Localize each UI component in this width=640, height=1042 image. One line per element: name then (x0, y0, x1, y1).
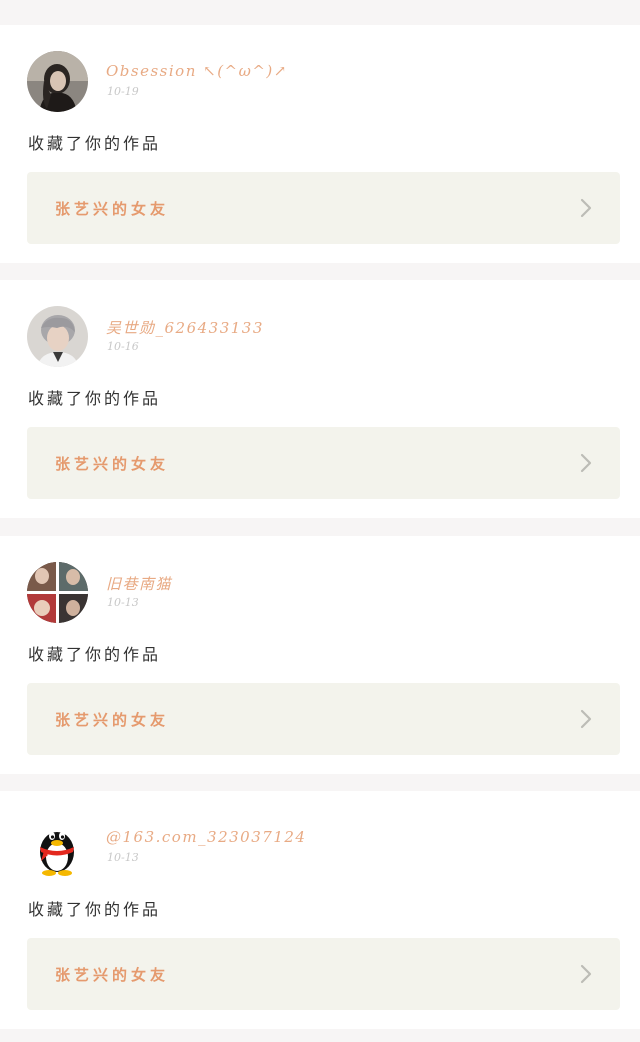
username[interactable]: 旧巷南猫 (106, 573, 172, 594)
chevron-right-icon (580, 964, 592, 984)
work-link-card[interactable]: 张艺兴的女友 (27, 938, 620, 1010)
timestamp: 10-19 (107, 85, 139, 98)
chevron-right-icon (580, 198, 592, 218)
action-text: 收藏了你的作品 (28, 645, 162, 664)
chevron-right-icon (580, 453, 592, 473)
action-text: 收藏了你的作品 (28, 900, 162, 919)
notification-card: Obsession ↖(^ω^)↗ 10-19 收藏了你的作品 张艺兴的女友 (0, 25, 640, 263)
username[interactable]: 吴世勋_626433133 (106, 317, 264, 338)
timestamp: 10-13 (107, 596, 139, 609)
work-link-card[interactable]: 张艺兴的女友 (27, 172, 620, 244)
timestamp: 10-16 (107, 340, 139, 353)
notification-card: @163.com_323037124 10-13 收藏了你的作品 张艺兴的女友 (0, 791, 640, 1029)
work-title: 张艺兴的女友 (55, 966, 170, 984)
work-title: 张艺兴的女友 (55, 455, 170, 473)
username[interactable]: Obsession ↖(^ω^)↗ (106, 62, 288, 80)
action-text: 收藏了你的作品 (28, 134, 162, 153)
work-title: 张艺兴的女友 (55, 711, 170, 729)
work-link-card[interactable]: 张艺兴的女友 (27, 683, 620, 755)
avatar[interactable] (27, 562, 88, 623)
avatar[interactable] (27, 306, 88, 367)
action-text: 收藏了你的作品 (28, 389, 162, 408)
work-title: 张艺兴的女友 (55, 200, 170, 218)
notification-card: 旧巷南猫 10-13 收藏了你的作品 张艺兴的女友 (0, 536, 640, 774)
work-link-card[interactable]: 张艺兴的女友 (27, 427, 620, 499)
chevron-right-icon (580, 709, 592, 729)
avatar[interactable] (27, 51, 88, 112)
qq-penguin-icon[interactable] (27, 817, 88, 878)
notification-feed: Obsession ↖(^ω^)↗ 10-19 收藏了你的作品 张艺兴的女友 吴… (0, 0, 640, 1042)
username[interactable]: @163.com_323037124 (106, 828, 306, 846)
timestamp: 10-13 (107, 851, 139, 864)
notification-card: 吴世勋_626433133 10-16 收藏了你的作品 张艺兴的女友 (0, 280, 640, 518)
